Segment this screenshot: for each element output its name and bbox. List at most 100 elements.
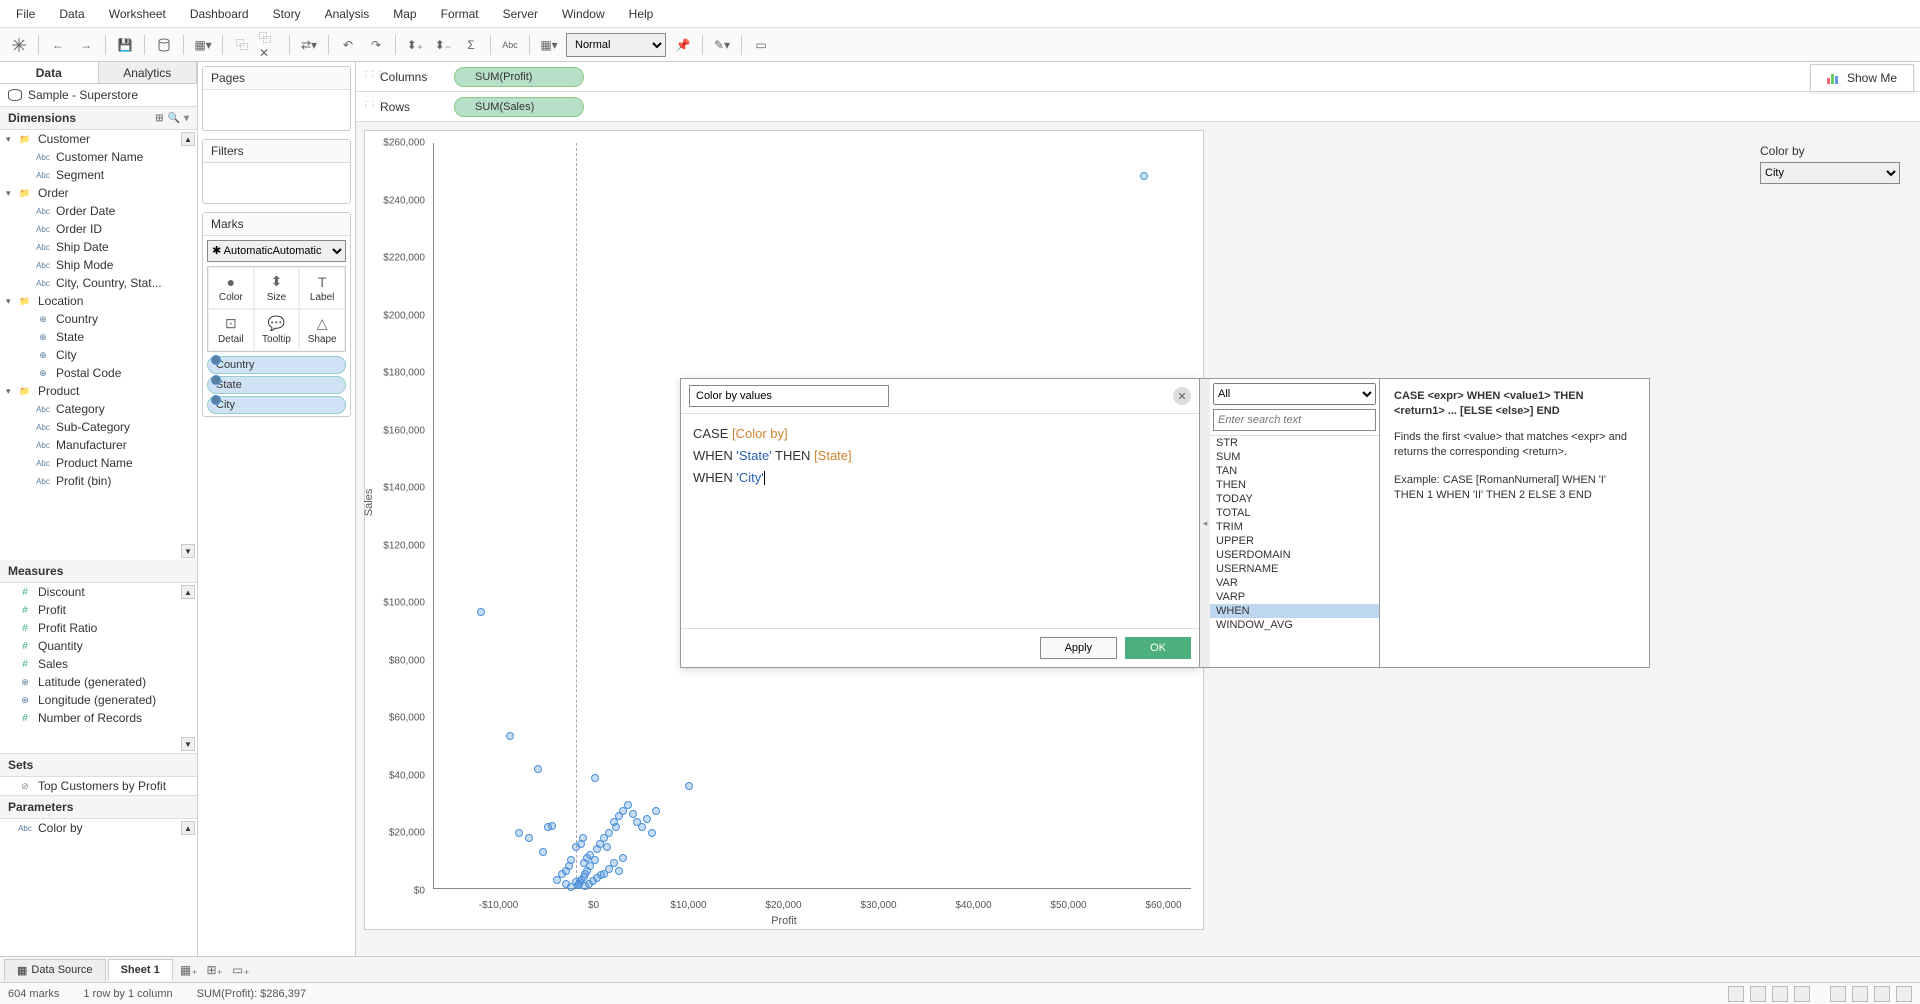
fn-search-input[interactable]	[1213, 409, 1376, 431]
data-point[interactable]	[619, 854, 627, 862]
datasource-item[interactable]: Sample - Superstore	[0, 84, 197, 107]
dim-item[interactable]: ⊕State	[0, 328, 197, 346]
fn-item[interactable]: SUM	[1210, 450, 1379, 464]
close-icon[interactable]: ✕	[1173, 387, 1191, 405]
menu-server[interactable]: Server	[493, 3, 548, 25]
data-point[interactable]	[612, 823, 620, 831]
fn-item[interactable]: TRIM	[1210, 520, 1379, 534]
data-point[interactable]	[629, 810, 637, 818]
apply-button[interactable]: Apply	[1040, 637, 1118, 659]
colorby-select[interactable]: City	[1760, 162, 1900, 184]
data-point[interactable]	[591, 774, 599, 782]
dim-item[interactable]: ⊕Postal Code	[0, 364, 197, 382]
marks-size[interactable]: ⬍Size	[254, 267, 300, 309]
fn-item[interactable]: USERNAME	[1210, 562, 1379, 576]
calc-name-input[interactable]	[689, 385, 889, 407]
expand-handle-icon[interactable]: ◂	[1200, 378, 1210, 668]
measure-item[interactable]: #Sales	[0, 655, 197, 673]
data-point[interactable]	[477, 608, 485, 616]
menu-help[interactable]: Help	[619, 3, 664, 25]
fn-item[interactable]: UPPER	[1210, 534, 1379, 548]
detail-pill[interactable]: Country	[207, 356, 346, 374]
data-point[interactable]	[553, 876, 561, 884]
fn-category-select[interactable]: All	[1213, 383, 1376, 405]
dim-item[interactable]: AbcShip Mode	[0, 256, 197, 274]
fn-item[interactable]: USERDOMAIN	[1210, 548, 1379, 562]
data-point[interactable]	[539, 848, 547, 856]
tab-analytics[interactable]: Analytics	[99, 62, 198, 83]
measure-item[interactable]: #Number of Records	[0, 709, 197, 727]
swap-icon[interactable]: ⇄▾	[298, 34, 320, 56]
data-point[interactable]	[515, 829, 523, 837]
measure-item[interactable]: #Profit Ratio	[0, 619, 197, 637]
data-point[interactable]	[638, 823, 646, 831]
back-icon[interactable]: ←	[47, 34, 69, 56]
undo-icon[interactable]: ↶	[337, 34, 359, 56]
status-nav-prev-icon[interactable]	[1750, 986, 1766, 1002]
tab-data-source[interactable]: ▦Data Source	[4, 959, 106, 981]
clear-icon[interactable]: ⿻✕	[259, 34, 281, 56]
set-item[interactable]: ⊘Top Customers by Profit	[0, 777, 197, 795]
data-point[interactable]	[648, 829, 656, 837]
measure-item[interactable]: #Profit	[0, 601, 197, 619]
status-view-3-icon[interactable]	[1874, 986, 1890, 1002]
dim-item[interactable]: AbcProduct Name	[0, 454, 197, 472]
folder-location[interactable]: 📁Location	[0, 292, 197, 310]
dim-item[interactable]: AbcManufacturer	[0, 436, 197, 454]
tab-sheet-1[interactable]: Sheet 1	[108, 959, 173, 980]
menu-data[interactable]: Data	[49, 3, 94, 25]
dim-item[interactable]: ⊕City	[0, 346, 197, 364]
fn-item[interactable]: STR	[1210, 436, 1379, 450]
new-dashboard-icon[interactable]: ⊞₊	[205, 960, 225, 980]
menu-window[interactable]: Window	[552, 3, 615, 25]
sort-asc-icon[interactable]: ⬍₊	[404, 34, 426, 56]
new-datasource-icon[interactable]	[153, 34, 175, 56]
data-point[interactable]	[624, 801, 632, 809]
data-point[interactable]	[567, 856, 575, 864]
duplicate-icon[interactable]: ⿻	[231, 34, 253, 56]
menu-file[interactable]: File	[6, 3, 45, 25]
marks-shape[interactable]: △Shape	[299, 309, 345, 351]
measure-item[interactable]: ⊕Longitude (generated)	[0, 691, 197, 709]
menu-format[interactable]: Format	[431, 3, 489, 25]
menu-dashboard[interactable]: Dashboard	[180, 3, 259, 25]
fn-item[interactable]: WHEN	[1210, 604, 1379, 618]
data-point[interactable]	[597, 871, 605, 879]
calc-formula-editor[interactable]: CASE [Color by]WHEN 'State' THEN [State]…	[681, 414, 1199, 628]
showme-button[interactable]: Show Me	[1810, 64, 1914, 92]
fn-item[interactable]: THEN	[1210, 478, 1379, 492]
marks-color[interactable]: ●Color	[208, 267, 254, 309]
fn-list[interactable]: STRSUMTANTHENTODAYTOTALTRIMUPPERUSERDOMA…	[1210, 435, 1379, 667]
data-point[interactable]	[643, 815, 651, 823]
columns-pill[interactable]: SUM(Profit)	[454, 67, 584, 87]
data-point[interactable]	[685, 782, 693, 790]
dim-item[interactable]: ⊕Country	[0, 310, 197, 328]
highlight-icon[interactable]: ✎▾	[711, 34, 733, 56]
group-icon[interactable]: ▦▾	[538, 34, 560, 56]
folder-customer[interactable]: 📁Customer	[0, 130, 197, 148]
detail-pill[interactable]: State	[207, 376, 346, 394]
data-point[interactable]	[610, 859, 618, 867]
menu-worksheet[interactable]: Worksheet	[99, 3, 176, 25]
dim-item[interactable]: AbcCustomer Name	[0, 148, 197, 166]
scroll-up-icon[interactable]: ▲	[181, 821, 195, 835]
measure-item[interactable]: #Discount	[0, 583, 197, 601]
scroll-down-icon[interactable]: ▼	[181, 737, 195, 751]
forward-icon[interactable]: →	[75, 34, 97, 56]
fn-item[interactable]: WINDOW_AVG	[1210, 618, 1379, 632]
measure-item[interactable]: ⊕Latitude (generated)	[0, 673, 197, 691]
data-point[interactable]	[548, 822, 556, 830]
tab-data[interactable]: Data	[0, 62, 99, 83]
status-nav-next-icon[interactable]	[1772, 986, 1788, 1002]
marks-detail[interactable]: ⊡Detail	[208, 309, 254, 351]
dim-item[interactable]: AbcSegment	[0, 166, 197, 184]
data-point[interactable]	[652, 807, 660, 815]
scroll-up-icon[interactable]: ▲	[181, 585, 195, 599]
scroll-down-icon[interactable]: ▼	[181, 544, 195, 558]
fit-select[interactable]: Normal	[566, 33, 666, 57]
folder-order[interactable]: 📁Order	[0, 184, 197, 202]
status-view-4-icon[interactable]	[1896, 986, 1912, 1002]
dim-item[interactable]: AbcCity, Country, Stat...	[0, 274, 197, 292]
data-point[interactable]	[579, 834, 587, 842]
presentation-icon[interactable]: ▭	[750, 34, 772, 56]
